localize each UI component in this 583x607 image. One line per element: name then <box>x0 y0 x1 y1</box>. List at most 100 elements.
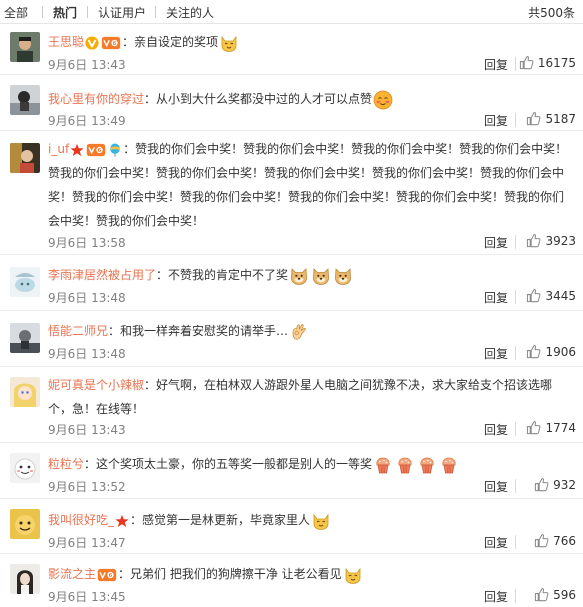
comment-username[interactable]: 影流之主 <box>48 567 96 581</box>
like-count: 5187 <box>545 111 576 126</box>
comment-item: 粒粒兮：这个奖项太土豪，你的五等奖一般都是别人的一等奖 9月6日 13:52 回… <box>0 443 583 499</box>
reply-button[interactable]: 回复 <box>484 421 508 438</box>
avatar[interactable] <box>10 377 40 407</box>
comment-item: i_uf ：赞我的你们会中奖！赞我的你们会中奖！赞我的你们会中奖！赞我的你们会中奖… <box>0 131 583 255</box>
tab-all[interactable]: 全部 <box>4 4 28 21</box>
like-button[interactable]: 3923 <box>526 233 576 248</box>
tab-hot[interactable]: 热门 <box>53 4 77 21</box>
comment-username[interactable]: 粒粒兮 <box>48 457 84 471</box>
thumbs-up-icon <box>534 477 549 492</box>
star-badge-icon <box>115 514 129 528</box>
vip-level-icon <box>101 36 121 50</box>
comment-text: 我心里有你的穿过：从小到大什么奖都没中过的人才可以点赞 <box>48 87 569 111</box>
thumbs-up-icon <box>526 288 541 303</box>
cat-smile-emoji <box>311 511 331 531</box>
comment-time: 9月6日 13:48 <box>48 347 126 361</box>
vip-level-icon <box>86 143 106 157</box>
avatar[interactable] <box>10 323 40 353</box>
like-count: 932 <box>553 477 576 492</box>
doge-emoji <box>333 266 353 286</box>
tab-following[interactable]: 关注的人 <box>166 4 214 21</box>
like-count: 1906 <box>545 344 576 359</box>
comment-username[interactable]: 王思聪 <box>48 35 84 49</box>
comment-time: 9月6日 13:43 <box>48 58 126 72</box>
comment-username[interactable]: 我叫很好吃_ <box>48 513 114 527</box>
reply-button[interactable]: 回复 <box>484 588 508 605</box>
like-button[interactable]: 5187 <box>526 111 576 126</box>
comment-item: 我心里有你的穿过：从小到大什么奖都没中过的人才可以点赞 9月6日 13:49 回… <box>0 75 583 131</box>
comment-body: ：这个奖项太土豪，你的五等奖一般都是别人的一等奖 <box>84 457 373 471</box>
comment-username[interactable]: 李雨津居然被占用了 <box>48 268 156 282</box>
action-divider <box>515 290 516 304</box>
comment-total-count: 共500条 <box>528 6 575 20</box>
reply-button[interactable]: 回复 <box>484 56 508 73</box>
like-count: 3923 <box>545 233 576 248</box>
action-divider <box>515 479 516 493</box>
like-button[interactable]: 596 <box>534 587 576 602</box>
cat-smile-emoji <box>219 33 239 53</box>
thumbs-up-icon <box>534 533 549 548</box>
comment-body: ：和我一样奔着安慰奖的请举手… <box>108 324 289 338</box>
action-divider <box>515 57 516 71</box>
comment-username[interactable]: 悟能二师兄 <box>48 324 108 338</box>
tab-verified-users[interactable]: 认证用户 <box>98 4 146 21</box>
like-button[interactable]: 3445 <box>526 288 576 303</box>
thumbs-up-icon <box>519 55 534 70</box>
comment-item: 悟能二师兄：和我一样奔着安慰奖的请举手… 9月6日 13:48 回复 1906 <box>0 311 583 367</box>
comment-time: 9月6日 13:48 <box>48 291 126 305</box>
thumbs-up-icon <box>526 420 541 435</box>
reply-button[interactable]: 回复 <box>484 289 508 306</box>
reply-button[interactable]: 回复 <box>484 534 508 551</box>
reply-button[interactable]: 回复 <box>484 112 508 129</box>
tab-divider <box>42 6 43 18</box>
comment-time: 9月6日 13:58 <box>48 236 126 250</box>
action-divider <box>515 113 516 127</box>
reply-button[interactable]: 回复 <box>484 478 508 495</box>
reply-button[interactable]: 回复 <box>484 345 508 362</box>
tab-divider <box>87 6 88 18</box>
avatar[interactable] <box>10 267 40 297</box>
avatar[interactable] <box>10 32 40 62</box>
like-count: 3445 <box>545 288 576 303</box>
like-button[interactable]: 1906 <box>526 344 576 359</box>
comment-body: ：亲自设定的奖项 <box>122 35 219 49</box>
action-divider <box>515 535 516 549</box>
like-button[interactable]: 16175 <box>519 55 576 70</box>
action-divider <box>515 235 516 249</box>
like-button[interactable]: 932 <box>534 477 576 492</box>
avatar[interactable] <box>10 564 40 594</box>
like-count: 16175 <box>537 55 576 70</box>
comment-text: 悟能二师兄：和我一样奔着安慰奖的请举手… <box>48 319 569 343</box>
balloon-icon <box>108 143 122 157</box>
comment-time: 9月6日 13:45 <box>48 590 126 604</box>
comment-username[interactable]: i_uf <box>48 142 69 156</box>
avatar[interactable] <box>10 453 40 483</box>
tab-divider <box>155 6 156 18</box>
vip-level-icon <box>97 568 117 582</box>
comment-username[interactable]: 妮可真是个小辣椒 <box>48 378 144 392</box>
comment-body: ：从小到大什么奖都没中过的人才可以点赞 <box>144 92 373 106</box>
star-badge-icon <box>70 143 84 157</box>
reply-button[interactable]: 回复 <box>484 234 508 251</box>
comment-body: ：赞我的你们会中奖！赞我的你们会中奖！赞我的你们会中奖！赞我的你们会中奖！赞我的… <box>48 142 568 228</box>
comment-username[interactable]: 我心里有你的穿过 <box>48 92 144 106</box>
avatar[interactable] <box>10 509 40 539</box>
comment-time: 9月6日 13:43 <box>48 423 126 437</box>
cake-emoji <box>439 455 459 475</box>
thumbs-up-icon <box>526 344 541 359</box>
like-count: 1774 <box>545 420 576 435</box>
like-button[interactable]: 766 <box>534 533 576 548</box>
comment-item: 妮可真是个小辣椒：好气啊，在柏林双人游跟外星人电脑之间犹豫不决，求大家给支个招该… <box>0 367 583 443</box>
comment-item: 李雨津居然被占用了：不赞我的肯定中不了奖 9月6日 13:48 回复 3445 <box>0 255 583 311</box>
comment-item: 我叫很好吃_ ：感觉第一是林更新，毕竟家里人 9月6日 13:47 回复 766 <box>0 499 583 554</box>
cake-emoji <box>417 455 437 475</box>
ok-hand-emoji <box>289 322 309 342</box>
like-button[interactable]: 1774 <box>526 420 576 435</box>
avatar[interactable] <box>10 143 40 173</box>
comment-time: 9月6日 13:47 <box>48 536 126 550</box>
thumbs-up-icon <box>526 111 541 126</box>
like-count: 766 <box>553 533 576 548</box>
comment-body: ：不赞我的肯定中不了奖 <box>156 268 289 282</box>
vip-v-icon <box>85 36 99 50</box>
avatar[interactable] <box>10 85 40 115</box>
